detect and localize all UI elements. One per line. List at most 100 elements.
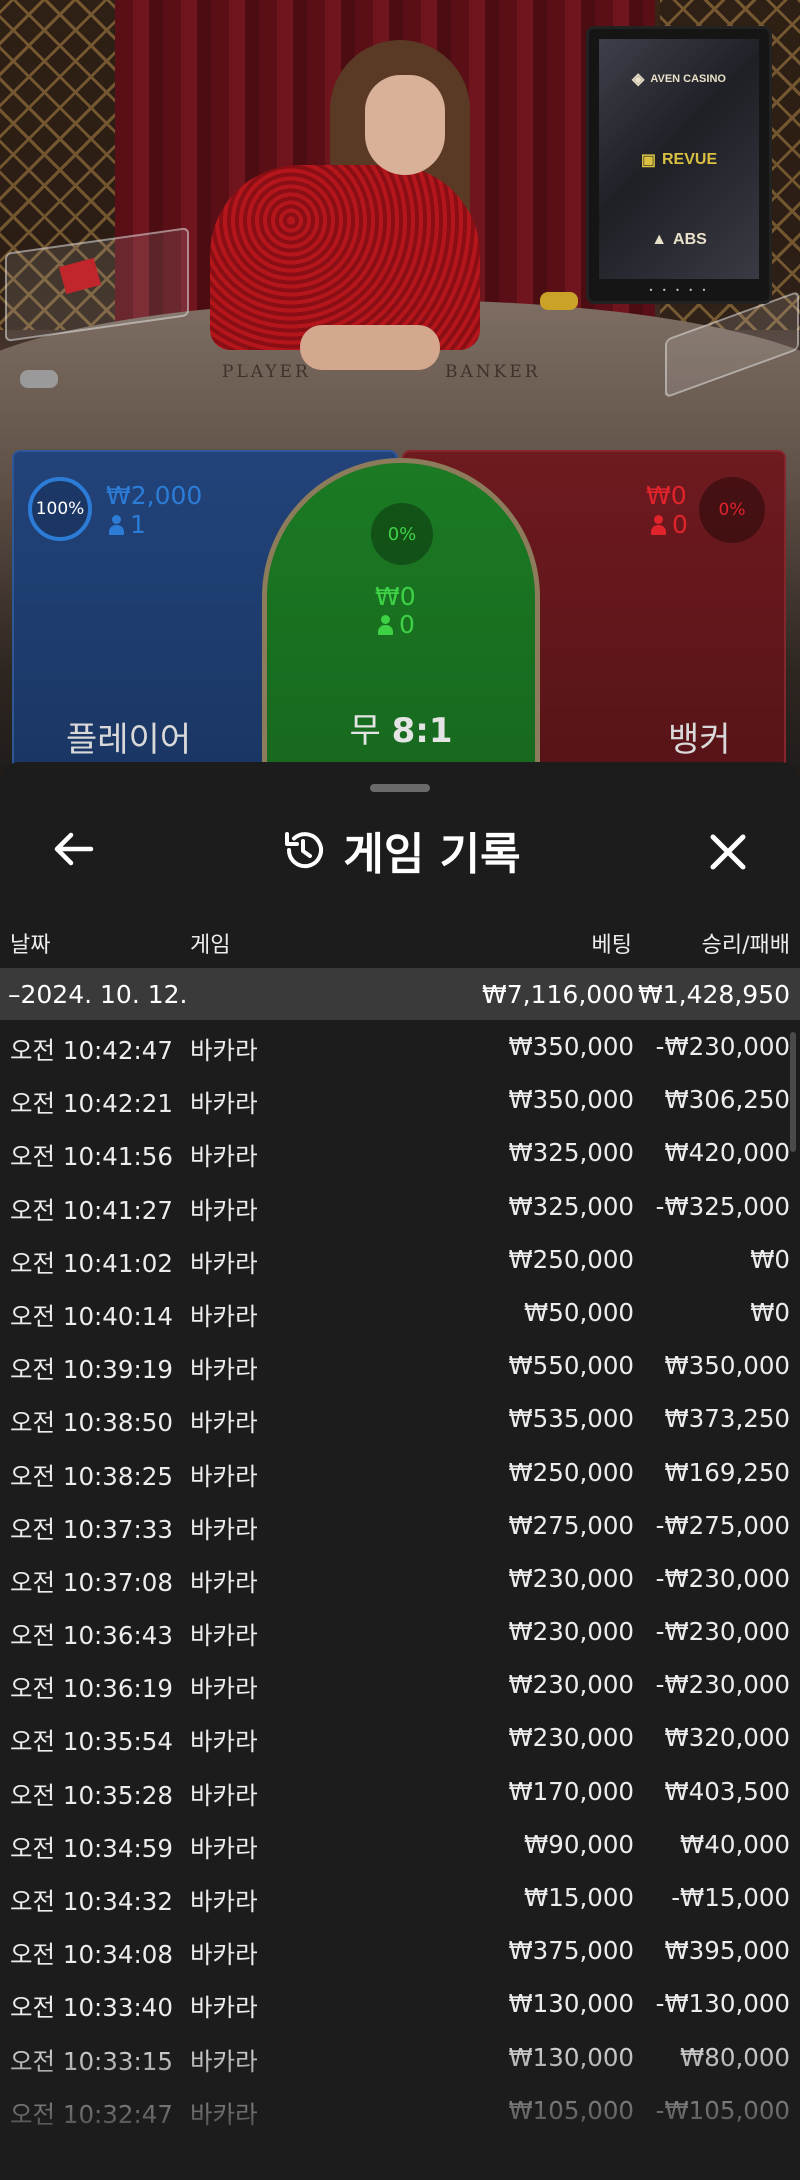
history-row[interactable]: 오전 10:40:14 바카라 ₩50,000 ₩0 xyxy=(0,1286,790,1339)
row-time: 오전 10:41:27 xyxy=(10,1195,173,1225)
row-bet: ₩550,000 xyxy=(508,1351,634,1381)
history-row[interactable]: 오전 10:33:15 바카라 ₩130,000 ₩80,000 xyxy=(0,2031,790,2084)
history-icon xyxy=(285,832,324,869)
row-bet: ₩350,000 xyxy=(508,1085,634,1115)
sponsor-logo-aven: ◈ AVEN CASINO xyxy=(632,71,726,89)
history-row[interactable]: 오전 10:34:32 바카라 ₩15,000 -₩15,000 xyxy=(0,1871,790,1924)
row-win-loss: -₩230,000 xyxy=(655,1617,790,1647)
row-time: 오전 10:36:43 xyxy=(10,1621,173,1651)
history-row[interactable]: 오전 10:41:27 바카라 ₩325,000 -₩325,000 xyxy=(0,1180,790,1233)
table-banker-print: BANKER xyxy=(445,362,541,382)
row-time: 오전 10:34:08 xyxy=(10,1940,173,1970)
row-time: 오전 10:37:08 xyxy=(10,1567,173,1597)
live-dealer-video: PLAYER BANKER ◈ AVEN CASINO ▣ REVUE ▲ AB… xyxy=(0,0,800,790)
row-game: 바카라 xyxy=(190,1780,258,1810)
row-time: 오전 10:42:21 xyxy=(10,1089,173,1119)
row-bet: ₩325,000 xyxy=(508,1138,634,1168)
player-label: 플레이어 xyxy=(66,720,192,760)
dealer-face xyxy=(365,75,445,175)
close-button[interactable] xyxy=(700,824,755,879)
dealer-hands xyxy=(300,325,440,370)
row-game: 바카라 xyxy=(190,1355,258,1385)
row-game: 바카라 xyxy=(190,1567,258,1597)
row-win-loss: ₩320,000 xyxy=(664,1723,790,1753)
row-time: 오전 10:34:32 xyxy=(10,1887,173,1916)
row-time: 오전 10:35:54 xyxy=(10,1727,173,1757)
row-game: 바카라 xyxy=(190,1036,258,1065)
row-game: 바카라 xyxy=(190,1089,258,1119)
history-row[interactable]: 오전 10:38:25 바카라 ₩250,000 ₩169,250 xyxy=(0,1446,790,1499)
row-bet: ₩230,000 xyxy=(508,1670,634,1700)
column-header-game: 게임 xyxy=(190,933,231,958)
row-win-loss: -₩230,000 xyxy=(655,1563,790,1593)
player-percent-ring: 100% xyxy=(28,477,92,541)
row-game: 바카라 xyxy=(190,1408,258,1438)
player-amount: ₩2,000 xyxy=(106,481,203,510)
row-win-loss: -₩230,000 xyxy=(655,1032,790,1061)
row-time: 오전 10:40:14 xyxy=(10,1301,173,1331)
row-win-loss: ₩350,000 xyxy=(664,1351,790,1381)
row-win-loss: -₩130,000 xyxy=(655,1989,790,2019)
row-win-loss: -₩105,000 xyxy=(655,2095,790,2125)
row-bet: ₩375,000 xyxy=(508,1936,634,1966)
row-game: 바카라 xyxy=(190,1674,258,1704)
row-win-loss: -₩275,000 xyxy=(655,1510,790,1540)
history-row[interactable]: 오전 10:36:43 바카라 ₩230,000 -₩230,000 xyxy=(0,1605,790,1658)
row-win-loss: ₩403,500 xyxy=(664,1776,790,1806)
sponsor-logo-revue: ▣ REVUE xyxy=(640,150,718,169)
row-time: 오전 10:35:28 xyxy=(10,1780,173,1810)
history-row[interactable]: 오전 10:33:40 바카라 ₩130,000 -₩130,000 xyxy=(0,1977,790,2030)
row-win-loss: ₩169,250 xyxy=(664,1457,790,1487)
history-row[interactable]: 오전 10:38:50 바카라 ₩535,000 ₩373,250 xyxy=(0,1392,790,1445)
row-bet: ₩325,000 xyxy=(508,1191,634,1221)
sponsor-monitor: ◈ AVEN CASINO ▣ REVUE ▲ ABS • • • • • xyxy=(586,26,772,304)
column-header-win-loss: 승리/패배 xyxy=(701,933,790,958)
history-row[interactable]: 오전 10:32:47 바카라 ₩105,000 -₩105,000 xyxy=(0,2084,790,2137)
sheet-title: 게임 기록 xyxy=(0,820,800,880)
history-row[interactable]: 오전 10:37:08 바카라 ₩230,000 -₩230,000 xyxy=(0,1552,790,1605)
row-win-loss: ₩0 xyxy=(750,1297,790,1327)
history-row[interactable]: 오전 10:35:54 바카라 ₩230,000 ₩320,000 xyxy=(0,1711,790,1764)
row-time: 오전 10:38:50 xyxy=(10,1408,173,1438)
history-row[interactable]: 오전 10:42:21 바카라 ₩350,000 ₩306,250 xyxy=(0,1073,790,1126)
tie-count: 0 xyxy=(377,611,415,639)
person-icon xyxy=(377,615,393,635)
summary-date: –2024. 10. 12. xyxy=(8,979,188,1009)
row-win-loss: -₩230,000 xyxy=(655,1670,790,1700)
diamond-icon: ◈ xyxy=(632,71,645,89)
row-game: 바카라 xyxy=(190,2099,258,2129)
history-row[interactable]: 오전 10:36:19 바카라 ₩230,000 -₩230,000 xyxy=(0,1658,790,1711)
tie-label: 무 8:1 xyxy=(349,711,453,751)
row-game: 바카라 xyxy=(190,1887,258,1916)
bet-spot-tie[interactable]: 0% ₩0 0 무 8:1 xyxy=(262,458,540,790)
row-game: 바카라 xyxy=(190,2046,258,2076)
history-row[interactable]: 오전 10:41:56 바카라 ₩325,000 ₩420,000 xyxy=(0,1126,790,1179)
row-time: 오전 10:33:40 xyxy=(10,1993,173,2023)
row-win-loss: ₩80,000 xyxy=(680,2042,790,2072)
history-row[interactable]: 오전 10:42:47 바카라 ₩350,000 -₩230,000 xyxy=(0,1020,790,1073)
carousel-dots: • • • • • xyxy=(648,286,710,295)
sheet-drag-handle[interactable] xyxy=(370,784,430,792)
scrollbar[interactable] xyxy=(790,1032,796,1152)
row-game: 바카라 xyxy=(190,1833,258,1863)
history-row[interactable]: 오전 10:37:33 바카라 ₩275,000 -₩275,000 xyxy=(0,1499,790,1552)
row-bet: ₩15,000 xyxy=(524,1883,634,1912)
chip-stack xyxy=(20,370,58,388)
row-time: 오전 10:33:15 xyxy=(10,2046,173,2076)
summary-win-loss-total: ₩1,428,950 xyxy=(638,979,790,1009)
row-game: 바카라 xyxy=(190,1461,258,1491)
row-bet: ₩250,000 xyxy=(508,1244,634,1274)
history-row[interactable]: 오전 10:35:28 바카라 ₩170,000 ₩403,500 xyxy=(0,1765,790,1818)
page-title: 게임 기록 xyxy=(343,829,521,880)
close-icon xyxy=(710,834,745,869)
row-bet: ₩535,000 xyxy=(508,1404,634,1434)
row-bet: ₩130,000 xyxy=(508,2042,634,2072)
row-time: 오전 10:34:59 xyxy=(10,1833,173,1863)
history-row[interactable]: 오전 10:41:02 바카라 ₩250,000 ₩0 xyxy=(0,1233,790,1286)
row-win-loss: -₩325,000 xyxy=(655,1191,790,1221)
history-row[interactable]: 오전 10:34:08 바카라 ₩375,000 ₩395,000 xyxy=(0,1924,790,1977)
date-group-summary[interactable]: –2024. 10. 12. ₩7,116,000 ₩1,428,950 xyxy=(0,968,800,1020)
history-row[interactable]: 오전 10:34:59 바카라 ₩90,000 ₩40,000 xyxy=(0,1818,790,1871)
history-row[interactable]: 오전 10:39:19 바카라 ₩550,000 ₩350,000 xyxy=(0,1339,790,1392)
banker-amount: ₩0 xyxy=(646,481,687,510)
